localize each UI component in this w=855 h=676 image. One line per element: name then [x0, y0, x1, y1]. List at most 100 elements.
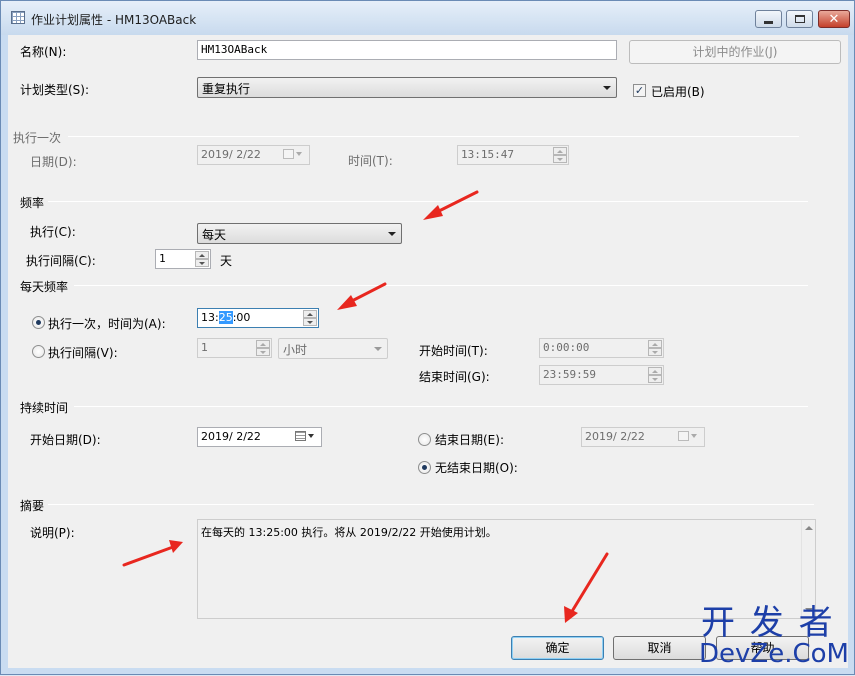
recurs-spinner[interactable]: [195, 251, 209, 267]
end-time-label: 结束时间(G):: [419, 370, 490, 384]
end-time-input[interactable]: 23:59:59: [539, 365, 664, 385]
watermark-line2: DevZe.CoM: [699, 639, 849, 669]
no-end-date-label: 无结束日期(O):: [435, 461, 518, 475]
summary-section-title: 摘要: [20, 499, 45, 513]
chevron-down-icon: [308, 434, 314, 438]
once-date-label: 日期(D):: [30, 155, 77, 169]
maximize-button[interactable]: [786, 10, 813, 28]
description-text: 在每天的 13:25:00 执行。将从 2019/2/22 开始使用计划。: [201, 526, 497, 539]
spin-up-icon[interactable]: [553, 147, 567, 155]
end-date-value: 2019/ 2/22: [585, 430, 645, 443]
time-minutes-selected: 25: [218, 311, 233, 324]
daily-section-title: 每天频率: [20, 280, 69, 294]
daily-every-unit-select[interactable]: 小时: [278, 338, 388, 359]
spin-down-icon[interactable]: [303, 318, 317, 326]
maximize-icon: [794, 15, 805, 23]
close-button[interactable]: ✕: [818, 10, 850, 28]
start-time-spinner[interactable]: [648, 340, 662, 356]
chevron-down-icon: [296, 152, 302, 156]
name-input[interactable]: HM13OABack: [197, 40, 617, 60]
daily-once-radio[interactable]: [32, 316, 45, 329]
enabled-label: 已启用(B): [651, 85, 705, 99]
daily-once-time-input[interactable]: 13:25:00: [197, 308, 319, 328]
watermark-line1: 开 发 者: [701, 603, 835, 643]
chevron-down-icon: [691, 434, 697, 438]
divider: [68, 136, 799, 137]
cancel-button[interactable]: 取消: [613, 636, 706, 660]
spin-up-icon[interactable]: [648, 340, 662, 348]
recurs-unit: 天: [220, 254, 233, 268]
once-date-picker[interactable]: 2019/ 2/22: [197, 145, 310, 165]
daily-every-label: 执行间隔(V):: [48, 346, 118, 360]
close-icon: ✕: [828, 11, 840, 27]
recurs-input[interactable]: 1: [155, 249, 211, 269]
recurs-label: 执行间隔(C):: [26, 254, 96, 268]
start-time-input[interactable]: 0:00:00: [539, 338, 664, 358]
spin-down-icon[interactable]: [195, 259, 209, 267]
recurs-value: 1: [159, 252, 166, 265]
end-time-spinner[interactable]: [648, 367, 662, 383]
start-time-value: 0:00:00: [543, 341, 590, 354]
chevron-down-icon: [374, 347, 382, 351]
time-spinner[interactable]: [303, 310, 317, 326]
calendar-dropdown[interactable]: [678, 430, 700, 444]
frequency-section-title: 频率: [20, 196, 45, 210]
spin-up-icon[interactable]: [648, 367, 662, 375]
end-date-radio[interactable]: [418, 433, 431, 446]
divider: [74, 285, 808, 286]
every-spinner[interactable]: [256, 340, 270, 356]
schedule-grid-icon: [11, 11, 25, 24]
time-seconds: :00: [232, 311, 251, 324]
schedule-type-select[interactable]: 重复执行: [197, 77, 617, 98]
once-time-value: 13:15:47: [461, 148, 514, 161]
calendar-icon: [283, 149, 294, 159]
spin-down-icon[interactable]: [648, 348, 662, 356]
spin-down-icon[interactable]: [553, 155, 567, 163]
time-spinner[interactable]: [553, 147, 567, 163]
description-label: 说明(P):: [30, 526, 75, 540]
start-time-label: 开始时间(T):: [419, 344, 488, 358]
once-date-value: 2019/ 2/22: [201, 148, 261, 161]
spin-down-icon[interactable]: [256, 348, 270, 356]
daily-every-radio[interactable]: [32, 345, 45, 358]
minimize-button[interactable]: [755, 10, 782, 28]
chevron-down-icon: [603, 86, 611, 90]
duration-section-title: 持续时间: [20, 401, 69, 415]
once-section-title: 执行一次: [13, 131, 62, 145]
window-title: 作业计划属性 - HM13OABack: [31, 13, 197, 27]
time-hours: 13:: [201, 311, 219, 324]
daily-every-unit: 小时: [283, 343, 308, 357]
spin-up-icon[interactable]: [256, 340, 270, 348]
start-date-label: 开始日期(D):: [30, 433, 101, 447]
occurs-select[interactable]: 每天: [197, 223, 402, 244]
name-label: 名称(N):: [20, 45, 67, 59]
divider: [48, 504, 814, 505]
dialog-body: 名称(N): HM13OABack 计划中的作业(J) 计划类型(S): 重复执…: [8, 35, 848, 668]
title-bar[interactable]: 作业计划属性 - HM13OABack ✕: [1, 1, 854, 35]
ok-button[interactable]: 确定: [511, 636, 604, 660]
daily-once-label: 执行一次，时间为(A):: [48, 317, 166, 331]
spin-up-icon[interactable]: [303, 310, 317, 318]
no-end-date-radio[interactable]: [418, 461, 431, 474]
calendar-dropdown[interactable]: [295, 430, 317, 444]
dialog-window: 作业计划属性 - HM13OABack ✕ 名称(N): HM13OABack …: [0, 0, 855, 675]
calendar-dropdown[interactable]: [283, 148, 305, 162]
scroll-up-icon[interactable]: [805, 526, 813, 530]
spin-up-icon[interactable]: [195, 251, 209, 259]
divider: [48, 201, 808, 202]
end-time-value: 23:59:59: [543, 368, 596, 381]
jobs-in-schedule-button[interactable]: 计划中的作业(J): [629, 40, 841, 64]
end-date-label: 结束日期(E):: [435, 433, 504, 447]
once-time-label: 时间(T):: [348, 154, 393, 168]
spin-down-icon[interactable]: [648, 375, 662, 383]
occurs-value: 每天: [202, 228, 227, 242]
schedule-type-label: 计划类型(S):: [20, 83, 90, 97]
divider: [74, 406, 808, 407]
end-date-picker[interactable]: 2019/ 2/22: [581, 427, 705, 447]
once-time-input[interactable]: 13:15:47: [457, 145, 569, 165]
calendar-icon: [295, 431, 306, 441]
calendar-icon: [678, 431, 689, 441]
daily-every-input[interactable]: 1: [197, 338, 272, 358]
start-date-picker[interactable]: 2019/ 2/22: [197, 427, 322, 447]
enabled-checkbox[interactable]: ✓: [633, 84, 646, 97]
